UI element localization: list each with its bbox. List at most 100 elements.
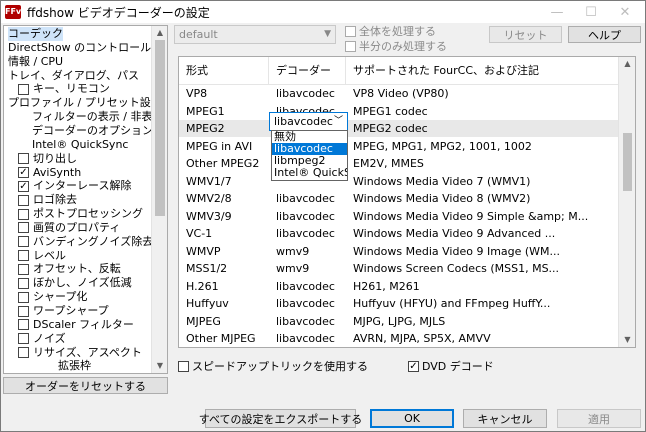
decoder-cell[interactable]: libavcodec — [269, 313, 346, 330]
tree-item-checkbox[interactable] — [18, 305, 29, 317]
tree-item-checkbox[interactable] — [18, 277, 29, 289]
export-settings-button[interactable]: すべての設定をエクスポートする — [199, 409, 362, 428]
tree-item[interactable]: 拡張枠 — [58, 359, 91, 373]
tree-item[interactable]: バンディングノイズ除去 — [18, 235, 153, 249]
decoder-cell[interactable]: libavcodec — [269, 85, 346, 102]
decoder-cell[interactable]: libavcodec — [269, 295, 346, 312]
column-header-decoder[interactable]: デコーダー — [269, 57, 346, 85]
table-row[interactable]: MPEG1 libavcodec MPEG1 codec — [179, 103, 619, 120]
dropdown-option[interactable]: Intel® QuickSync — [272, 167, 347, 179]
table-row[interactable]: H.261 libavcodec H261, M261 — [179, 278, 619, 295]
ok-button[interactable]: OK — [370, 409, 454, 428]
table-row[interactable]: MPEG in AVI MPEG, MPG1, MPG2, 1001, 1002 — [179, 138, 619, 155]
tree-item[interactable]: プロファイル / プリセット設定 — [8, 96, 162, 110]
dvd-decode-checkbox[interactable]: ✓ DVD デコード — [408, 358, 494, 374]
table-row[interactable]: VC-1 libavcodec Windows Media Video 9 Adva… — [179, 225, 619, 242]
reset-button[interactable]: リセット — [489, 26, 562, 43]
cancel-button[interactable]: キャンセル — [463, 409, 547, 428]
scroll-down-arrow-icon[interactable]: ▼ — [152, 359, 167, 373]
tree-item[interactable]: デコーダーのオプション — [32, 124, 153, 138]
tree-item-checkbox[interactable] — [18, 83, 29, 95]
table-row[interactable]: WMVP wmv9 Windows Media Video 9 Image (WM.… — [179, 243, 619, 260]
table-row[interactable]: MJPEG libavcodec MJPG, LJPG, MJLS — [179, 313, 619, 330]
apply-button[interactable]: 適用 — [557, 409, 641, 428]
scroll-up-arrow-icon[interactable]: ▲ — [152, 26, 167, 40]
tree-item[interactable]: ロゴ除去 — [18, 193, 77, 207]
close-button[interactable]: ✕ — [605, 1, 645, 23]
ffdshow-app-icon: FFv — [5, 5, 21, 19]
table-row[interactable]: Other MPEG2 EM2V, MMES — [179, 155, 619, 172]
tree-item[interactable]: Intel® QuickSync — [32, 138, 128, 152]
preset-value: default — [179, 28, 218, 41]
tree-item-checkbox[interactable] — [18, 291, 29, 303]
tree-item[interactable]: レベル — [18, 249, 66, 263]
tree-item-checkbox[interactable] — [18, 263, 29, 275]
tree-item-checkbox[interactable] — [18, 319, 29, 331]
table-row[interactable]: VP8 libavcodec VP8 Video (VP80) — [179, 85, 619, 102]
tree-item[interactable]: DScaler フィルター — [18, 318, 134, 332]
tree-item[interactable]: 情報 / CPU — [8, 55, 63, 69]
decoder-cell[interactable]: libavcodec — [269, 330, 346, 347]
tree-item[interactable]: シャープ化 — [18, 290, 87, 304]
tree-item[interactable]: キー、リモコン — [18, 82, 110, 96]
tree-item-checkbox[interactable]: ✓ — [18, 180, 29, 192]
tree-item[interactable]: 画質のプロパティ — [18, 221, 120, 235]
checkbox-box: ✓ — [408, 360, 419, 372]
decoder-cell[interactable]: wmv9 — [269, 260, 346, 277]
tree-item[interactable]: 切り出し — [18, 152, 77, 166]
table-row[interactable]: WMV1/7 Windows Media Video 7 (WMV1) — [179, 173, 619, 190]
process-all-checkbox[interactable]: 全体を処理する — [345, 23, 436, 39]
decoder-dropdown[interactable]: libavcodec ﹀ — [269, 112, 348, 131]
codec-scroll-thumb[interactable] — [623, 133, 632, 191]
tree-item[interactable]: ノイズ — [18, 332, 66, 346]
codec-table-scrollbar[interactable]: ▲ ▼ — [618, 57, 635, 347]
tree-item[interactable]: コーデック — [8, 27, 63, 41]
decoder-cell[interactable]: libavcodec — [269, 190, 346, 207]
tree-item-checkbox[interactable]: ✓ — [18, 167, 29, 178]
tree-scrollbar[interactable]: ▲ ▼ — [151, 26, 167, 373]
decoder-cell[interactable]: libavcodec — [269, 348, 346, 349]
tree-item-checkbox[interactable] — [18, 250, 29, 262]
decoder-cell[interactable]: wmv9 — [269, 243, 346, 260]
process-half-checkbox[interactable]: 半分のみ処理する — [345, 38, 447, 54]
table-row[interactable]: Other MJPEG libavcodec AVRN, MJPA, SP5X, A… — [179, 330, 619, 347]
tree-item-checkbox[interactable] — [18, 333, 29, 345]
table-row[interactable]: MPEG2libavcodecMPEG2 codec — [179, 120, 619, 137]
scroll-up-arrow-icon[interactable]: ▲ — [619, 57, 635, 71]
tree-item[interactable]: リサイズ、アスペクト — [18, 346, 142, 360]
table-row[interactable]: SVQ1libavcodecSorenson Video (SVQ1) — [179, 348, 619, 349]
column-header-notes[interactable]: サポートされた FourCC、および注記 — [346, 57, 619, 85]
tree-item[interactable]: オフセット、反転 — [18, 262, 121, 276]
tree-item[interactable]: トレイ、ダイアログ、パス — [8, 69, 139, 83]
scroll-down-arrow-icon[interactable]: ▼ — [619, 333, 635, 347]
tree-item-label: ぼかし、ノイズ低減 — [33, 276, 132, 290]
tree-item[interactable]: ✓ AviSynth — [18, 166, 81, 180]
speed-trick-checkbox[interactable]: スピードアップトリックを使用する — [178, 358, 368, 374]
decoder-cell[interactable]: libavcodec — [269, 278, 346, 295]
tree-item-checkbox[interactable] — [18, 194, 29, 206]
tree-item-checkbox[interactable] — [18, 153, 29, 165]
decoder-cell[interactable]: libavcodec — [269, 225, 346, 242]
tree-item-checkbox[interactable] — [18, 236, 29, 248]
tree-item-checkbox[interactable] — [18, 208, 29, 220]
reset-order-button[interactable]: オーダーをリセットする — [3, 377, 168, 394]
help-button[interactable]: ヘルプ — [568, 26, 641, 43]
table-row[interactable]: WMV2/8 libavcodec Windows Media Video 8 (W… — [179, 190, 619, 207]
tree-item[interactable]: ぼかし、ノイズ低減 — [18, 276, 132, 290]
codec-table[interactable]: 形式 デコーダー サポートされた FourCC、および注記 VP8 libavco… — [178, 56, 636, 348]
tree-item-checkbox[interactable] — [18, 222, 29, 234]
tree-item[interactable]: ポストプロセッシング — [18, 207, 143, 221]
tree-item[interactable]: フィルターの表示 / 非表示 — [32, 110, 163, 124]
table-row[interactable]: WMV3/9 libavcodec Windows Media Video 9 Si… — [179, 208, 619, 225]
tree-item[interactable]: ✓ インターレース解除 — [18, 179, 131, 193]
table-row[interactable]: Huffyuv libavcodec Huffyuv (HFYU) and FFmp… — [179, 295, 619, 312]
settings-tree[interactable]: コーデック DirectShow のコントロール 情報 / CPU トレイ、ダイアログ… — [3, 25, 168, 374]
tree-scroll-thumb[interactable] — [155, 40, 165, 216]
notes-cell: Windows Media Video 7 (WMV1) — [353, 174, 531, 188]
tree-item[interactable]: DirectShow のコントロール — [8, 41, 151, 55]
decoder-cell[interactable]: libavcodec — [269, 208, 346, 225]
tree-item-checkbox[interactable] — [18, 347, 29, 359]
tree-item[interactable]: ワープシャープ — [18, 304, 109, 318]
table-row[interactable]: MSS1/2 wmv9 Windows Screen Codecs (MSS1, M… — [179, 260, 619, 277]
column-header-format[interactable]: 形式 — [179, 57, 269, 85]
